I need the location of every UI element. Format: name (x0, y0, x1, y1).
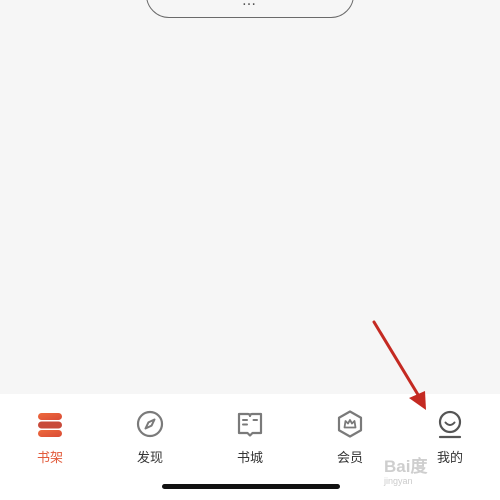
tab-mine-label: 我的 (436, 451, 463, 466)
compass-icon (136, 410, 164, 438)
watermark-text: Bai度 (384, 457, 428, 476)
tab-bookshelf[interactable]: 书架 (0, 408, 100, 468)
top-pill-button-label: … (242, 0, 258, 9)
tab-discover[interactable]: 发现 (100, 408, 200, 468)
smile-profile-icon (438, 410, 462, 439)
tab-bookstore[interactable]: 书城 (200, 408, 300, 468)
bookshelf-icon (38, 413, 62, 437)
tab-bookshelf-label: 书架 (36, 451, 63, 466)
home-indicator (162, 484, 340, 489)
tab-bookstore-label: 书城 (236, 451, 263, 466)
crown-hexagon-icon (337, 410, 363, 438)
tab-membership-label: 会员 (336, 451, 363, 466)
top-pill-button[interactable]: … (146, 0, 354, 18)
watermark-logo: Bai度 jingyan (384, 452, 427, 486)
tab-discover-label: 发现 (136, 451, 163, 466)
watermark-sub: jingyan (384, 476, 413, 486)
book-store-icon (237, 412, 263, 437)
